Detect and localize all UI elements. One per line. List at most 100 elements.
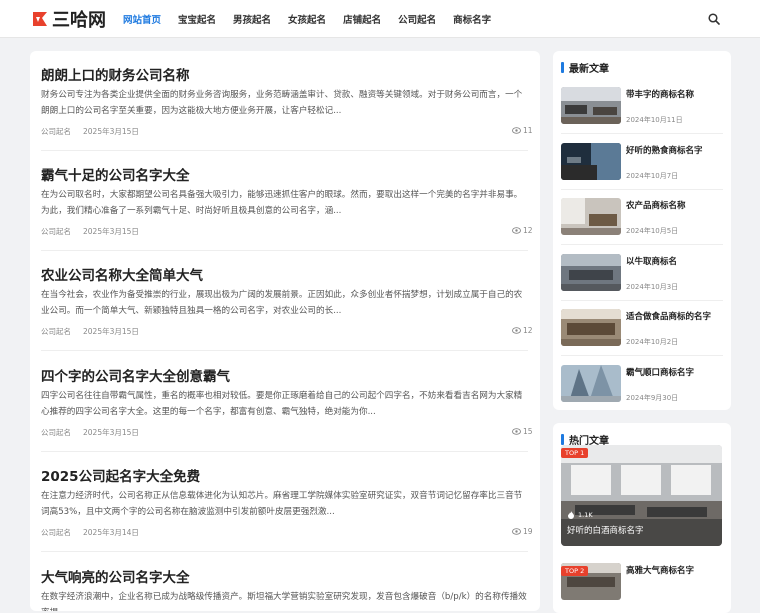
article-divider [41, 150, 528, 151]
article-views: 15 [512, 427, 533, 436]
article-meta: 公司起名 2025年3月15日 [41, 427, 151, 438]
recent-title[interactable]: 适合做食品商标的名字 [626, 310, 711, 322]
eye-icon [512, 127, 521, 134]
article-excerpt: 在数字经济浪潮中，企业名称已成为战略级传播资产。斯坦福大学营销实验室研究发现，发… [41, 592, 527, 611]
eye-icon [512, 227, 521, 234]
recent-date: 2024年10月7日 [626, 172, 679, 180]
article-meta: 公司起名 2025年3月15日 [41, 126, 151, 137]
recent-item[interactable]: 农产品商标名称 2024年10月5日 [561, 198, 723, 245]
nav-item-company-names[interactable]: 公司起名 [398, 12, 436, 26]
recent-title[interactable]: 农产品商标名称 [626, 199, 686, 211]
article-views: 12 [512, 226, 533, 235]
recent-date: 2024年10月5日 [626, 227, 679, 235]
recent-divider [561, 300, 723, 301]
hot-second-title[interactable]: 高雅大气商标名字 [626, 564, 694, 576]
article-meta: 公司起名 2025年3月15日 [41, 326, 151, 337]
heading-accent-bar [561, 62, 564, 73]
recent-thumb[interactable] [561, 87, 621, 124]
article-views: 11 [512, 126, 533, 135]
recent-thumb[interactable] [561, 143, 621, 180]
article-title[interactable]: 朗朗上口的财务公司名称 [41, 64, 190, 84]
recent-item[interactable]: 带丰字的商标名称 2024年10月11日 [561, 87, 723, 134]
article-meta: 公司起名 2025年3月14日 [41, 527, 151, 538]
article-category[interactable]: 公司起名 [41, 527, 71, 538]
article-title[interactable]: 2025公司起名字大全免费 [41, 465, 200, 485]
recent-title[interactable]: 霸气顺口商标名字 [626, 366, 694, 378]
heading-accent-bar [561, 434, 564, 445]
eye-icon [512, 327, 521, 334]
recent-title[interactable]: 带丰字的商标名称 [626, 88, 694, 100]
article-title[interactable]: 农业公司名称大全简单大气 [41, 264, 203, 284]
nav-item-girl-names[interactable]: 女孩起名 [288, 12, 326, 26]
recent-date: 2024年10月3日 [626, 283, 679, 291]
hot-second-thumb[interactable]: TOP 2 [561, 563, 621, 600]
recent-title[interactable]: 以牛取商标名 [626, 255, 677, 267]
recent-divider [561, 133, 723, 134]
article-view-count: 15 [523, 427, 533, 436]
recent-date: 2024年9月30日 [626, 394, 679, 402]
recent-divider [561, 189, 723, 190]
article-category[interactable]: 公司起名 [41, 427, 71, 438]
article-views: 19 [512, 527, 533, 536]
recent-heading: 最新文章 [561, 60, 609, 75]
article-excerpt: 在注意力经济时代，公司名称正从信息载体进化为认知芯片。麻省理工学院媒体实验室研究… [41, 491, 523, 517]
article-views: 12 [512, 326, 533, 335]
hot-top-article[interactable]: TOP 1 1.1K 好听的白酒商标名字 [561, 445, 722, 546]
hot-articles-card: 热门文章 TOP 1 1.1K 好听的白酒商标名字 TOP 2 高雅大气商标名字 [553, 423, 731, 613]
article-title[interactable]: 霸气十足的公司名字大全 [41, 164, 190, 184]
article-list: 朗朗上口的财务公司名称 财务公司专注为各类企业提供全面的财务业务咨询服务，业务范… [30, 51, 540, 611]
recent-title[interactable]: 好听的熟食商标名字 [626, 144, 703, 156]
recent-thumb[interactable] [561, 254, 621, 291]
article-view-count: 12 [523, 326, 533, 335]
top-badge: TOP 1 [561, 448, 589, 458]
article-view-count: 11 [523, 126, 533, 135]
article-excerpt: 在当今社会，农业作为备受推崇的行业，展现出极为广阔的发展前景。正因如此，众多创业… [41, 290, 523, 316]
recent-divider [561, 355, 723, 356]
fire-icon [568, 511, 574, 519]
article-date: 2025年3月15日 [83, 227, 139, 236]
hot-top-title[interactable]: 好听的白酒商标名字 [567, 524, 644, 536]
article-category[interactable]: 公司起名 [41, 326, 71, 337]
article-divider [41, 250, 528, 251]
main-nav: 网站首页 宝宝起名 男孩起名 女孩起名 店铺起名 公司起名 商标名字 [123, 0, 508, 38]
article-excerpt: 四字公司名往往自带霸气属性，重名的概率也相对较低。要是你正琢磨着给自己的公司起个… [41, 391, 523, 417]
article-divider [41, 451, 528, 452]
recent-thumb[interactable] [561, 309, 621, 346]
article-excerpt: 财务公司专注为各类企业提供全面的财务业务咨询服务，业务范畴涵盖审计、贷款、融资等… [41, 90, 523, 116]
article-category[interactable]: 公司起名 [41, 226, 71, 237]
recent-item[interactable]: 适合做食品商标的名字 2024年10月2日 [561, 309, 723, 356]
hot-view-count: 1.1K [578, 511, 593, 519]
article-view-count: 19 [523, 527, 533, 536]
site-logo[interactable]: 三哈网 [30, 8, 106, 31]
eye-icon [512, 528, 521, 535]
search-icon[interactable] [708, 13, 720, 25]
nav-item-boy-names[interactable]: 男孩起名 [233, 12, 271, 26]
recent-item[interactable]: 霸气顺口商标名字 2024年9月30日 [561, 365, 723, 410]
recent-thumb[interactable] [561, 365, 621, 402]
recent-heading-label: 最新文章 [569, 64, 609, 75]
recent-item[interactable]: 好听的熟食商标名字 2024年10月7日 [561, 143, 723, 190]
recent-articles-card: 最新文章 带丰字的商标名称 2024年10月11日 好听的熟食商标名字 2024… [553, 51, 731, 410]
recent-divider [561, 244, 723, 245]
article-excerpt: 在为公司取名时，大家都期望公司名具备强大吸引力，能够迅速抓住客户的眼球。然而，要… [41, 190, 523, 216]
article-title[interactable]: 四个字的公司名字大全创意霸气 [41, 365, 230, 385]
recent-item[interactable]: 以牛取商标名 2024年10月3日 [561, 254, 723, 301]
article-divider [41, 350, 528, 351]
article-date: 2025年3月15日 [83, 127, 139, 136]
article-date: 2025年3月15日 [83, 327, 139, 336]
eye-icon [512, 428, 521, 435]
article-meta: 公司起名 2025年3月15日 [41, 226, 151, 237]
recent-thumb[interactable] [561, 198, 621, 235]
nav-item-baby-names[interactable]: 宝宝起名 [178, 12, 216, 26]
article-date: 2025年3月14日 [83, 528, 139, 537]
top-navbar: 三哈网 网站首页 宝宝起名 男孩起名 女孩起名 店铺起名 公司起名 商标名字 [0, 0, 760, 38]
nav-item-shop-names[interactable]: 店铺起名 [343, 12, 381, 26]
article-date: 2025年3月15日 [83, 428, 139, 437]
logo-icon [33, 12, 47, 26]
nav-item-trademark-names[interactable]: 商标名字 [453, 12, 491, 26]
nav-item-home[interactable]: 网站首页 [123, 12, 161, 26]
article-divider [41, 551, 528, 552]
article-title[interactable]: 大气响亮的公司名字大全 [41, 566, 190, 586]
brand-name: 三哈网 [52, 10, 106, 31]
article-category[interactable]: 公司起名 [41, 126, 71, 137]
